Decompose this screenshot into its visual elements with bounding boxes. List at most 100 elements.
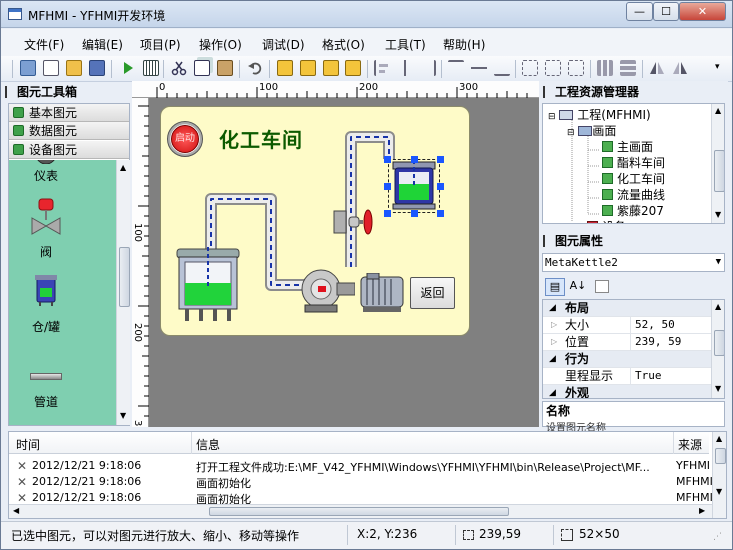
categorized-icon[interactable]: ▤ — [545, 278, 565, 296]
pump[interactable] — [297, 267, 355, 313]
close-button[interactable]: ✕ — [679, 2, 726, 21]
log-horizontal-scrollbar[interactable]: ◀ ▶ — [9, 504, 712, 518]
new-page-icon[interactable] — [43, 60, 59, 76]
tool-tank[interactable]: 仓/罐 — [9, 318, 83, 335]
dropdown-arrow-icon[interactable]: ▼ — [716, 254, 721, 271]
start-button[interactable]: 启动 — [171, 125, 199, 153]
menu-file[interactable]: 文件(F) — [24, 36, 64, 53]
minimize-button[interactable]: — — [626, 2, 653, 21]
send-backward-icon[interactable] — [345, 60, 361, 76]
toolbar-overflow-icon[interactable]: ▾ — [715, 62, 720, 72]
object-selector[interactable]: MetaKettle2 ▼ — [542, 253, 725, 272]
pin-icon[interactable] — [5, 86, 7, 98]
motor[interactable] — [357, 273, 407, 313]
scroll-down-icon[interactable]: ▼ — [120, 411, 126, 420]
bring-forward-icon[interactable] — [323, 60, 339, 76]
tree-root[interactable]: ⊟ 工程(MFHMI) — [548, 106, 651, 123]
tank-icon[interactable] — [34, 274, 58, 306]
log-row[interactable]: ✕ 2012/12/21 9:18:06 打开工程文件成功:E:\MF_V42_… — [9, 458, 710, 474]
toolbox-scrollbar[interactable]: ▲ ▼ — [116, 160, 130, 425]
scroll-up-icon[interactable]: ▲ — [715, 302, 721, 311]
expand-icon[interactable]: ◢ — [549, 385, 556, 398]
category-basic[interactable]: 基本图元 — [9, 104, 129, 122]
storage-tank[interactable] — [175, 247, 241, 323]
resize-handle[interactable] — [437, 183, 444, 190]
property-row-size[interactable]: ▷ 大小 52, 50 — [543, 317, 713, 334]
scroll-down-icon[interactable]: ▼ — [715, 210, 721, 219]
pin-icon[interactable] — [543, 86, 545, 98]
tool-gauge[interactable]: 仪表 — [9, 167, 83, 184]
same-height-icon[interactable] — [545, 60, 561, 76]
tool-valve[interactable]: 阀 — [9, 243, 83, 260]
property-value[interactable]: True — [635, 368, 662, 384]
log-vertical-scrollbar[interactable]: ▲ ▼ — [712, 432, 726, 518]
scroll-up-icon[interactable]: ▲ — [716, 434, 722, 443]
property-value[interactable]: 239, 59 — [635, 334, 681, 350]
resize-handle[interactable] — [384, 183, 391, 190]
alphabetical-icon[interactable]: A↓ — [568, 278, 588, 296]
tree-scrollbar[interactable]: ▲ ▼ — [711, 104, 724, 223]
scroll-right-icon[interactable]: ▶ — [699, 506, 705, 515]
property-value[interactable]: 52, 50 — [635, 317, 675, 333]
category-data[interactable]: 数据图元 — [9, 122, 129, 140]
align-left-icon[interactable] — [374, 60, 390, 76]
back-button[interactable]: 返回 — [410, 277, 455, 309]
menu-edit[interactable]: 编辑(E) — [82, 36, 123, 53]
resize-handle[interactable] — [411, 156, 418, 163]
tree-folder[interactable]: ⊟ 画面 — [567, 122, 616, 139]
pipe-icon[interactable] — [30, 373, 62, 380]
property-row-position[interactable]: ▷ 位置 239, 59 — [543, 334, 713, 351]
compile-icon[interactable] — [143, 60, 159, 76]
scroll-up-icon[interactable]: ▲ — [715, 106, 721, 115]
resize-handle[interactable] — [384, 156, 391, 163]
tree-devices[interactable]: 设备 — [587, 218, 626, 223]
menu-debug[interactable]: 调试(D) — [262, 36, 305, 53]
scroll-up-icon[interactable]: ▲ — [120, 163, 126, 172]
scroll-down-icon[interactable]: ▼ — [716, 487, 722, 496]
vertical-spacing-icon[interactable] — [620, 60, 636, 76]
valve[interactable] — [333, 207, 373, 237]
align-top-icon[interactable] — [448, 60, 464, 76]
property-category-behavior[interactable]: ◢ 行为 — [543, 351, 713, 368]
property-scrollbar[interactable]: ▲ ▼ — [711, 300, 724, 398]
selected-kettle[interactable] — [389, 160, 439, 212]
same-width-icon[interactable] — [522, 60, 538, 76]
resize-handle[interactable] — [384, 210, 391, 217]
scroll-thumb[interactable] — [715, 448, 726, 464]
save-all-icon[interactable] — [89, 60, 105, 76]
pin-icon[interactable] — [543, 235, 545, 247]
category-equipment[interactable]: 设备图元 — [9, 141, 129, 159]
run-icon[interactable] — [120, 60, 136, 76]
column-source[interactable]: 来源 — [678, 436, 702, 453]
align-bottom-icon[interactable] — [494, 60, 510, 76]
tool-pipe[interactable]: 管道 — [9, 393, 83, 410]
menu-operation[interactable]: 操作(O) — [199, 36, 242, 53]
collapse-icon[interactable]: ⊟ — [567, 128, 575, 138]
new-project-icon[interactable] — [20, 60, 36, 76]
scroll-thumb[interactable] — [714, 150, 724, 192]
flip-horizontal-icon[interactable] — [649, 60, 665, 76]
scroll-thumb[interactable] — [119, 247, 130, 307]
copy-icon[interactable] — [194, 60, 210, 76]
scroll-thumb[interactable] — [209, 507, 509, 516]
column-time[interactable]: 时间 — [16, 436, 40, 453]
collapse-icon[interactable]: ⊟ — [548, 112, 556, 122]
same-size-icon[interactable] — [568, 60, 584, 76]
tree-page-main[interactable]: 主画面 — [602, 138, 653, 155]
align-right-icon[interactable] — [420, 60, 436, 76]
horizontal-spacing-icon[interactable] — [597, 60, 613, 76]
resize-handle[interactable] — [437, 210, 444, 217]
menu-project[interactable]: 项目(P) — [140, 36, 181, 53]
resize-handle[interactable] — [411, 210, 418, 217]
column-info[interactable]: 信息 — [196, 436, 220, 453]
valve-icon[interactable] — [30, 198, 62, 236]
property-pages-icon[interactable] — [595, 280, 609, 293]
property-category-appearance[interactable]: ◢ 外观 — [543, 385, 713, 398]
align-middle-icon[interactable] — [471, 60, 487, 76]
expand-icon[interactable]: ◢ — [549, 300, 556, 316]
bring-front-icon[interactable] — [277, 60, 293, 76]
menu-format[interactable]: 格式(O) — [322, 36, 365, 53]
property-row-display[interactable]: 里程显示 True — [543, 368, 713, 385]
maximize-button[interactable]: ☐ — [653, 2, 679, 21]
property-category-layout[interactable]: ◢ 布局 — [543, 300, 713, 317]
